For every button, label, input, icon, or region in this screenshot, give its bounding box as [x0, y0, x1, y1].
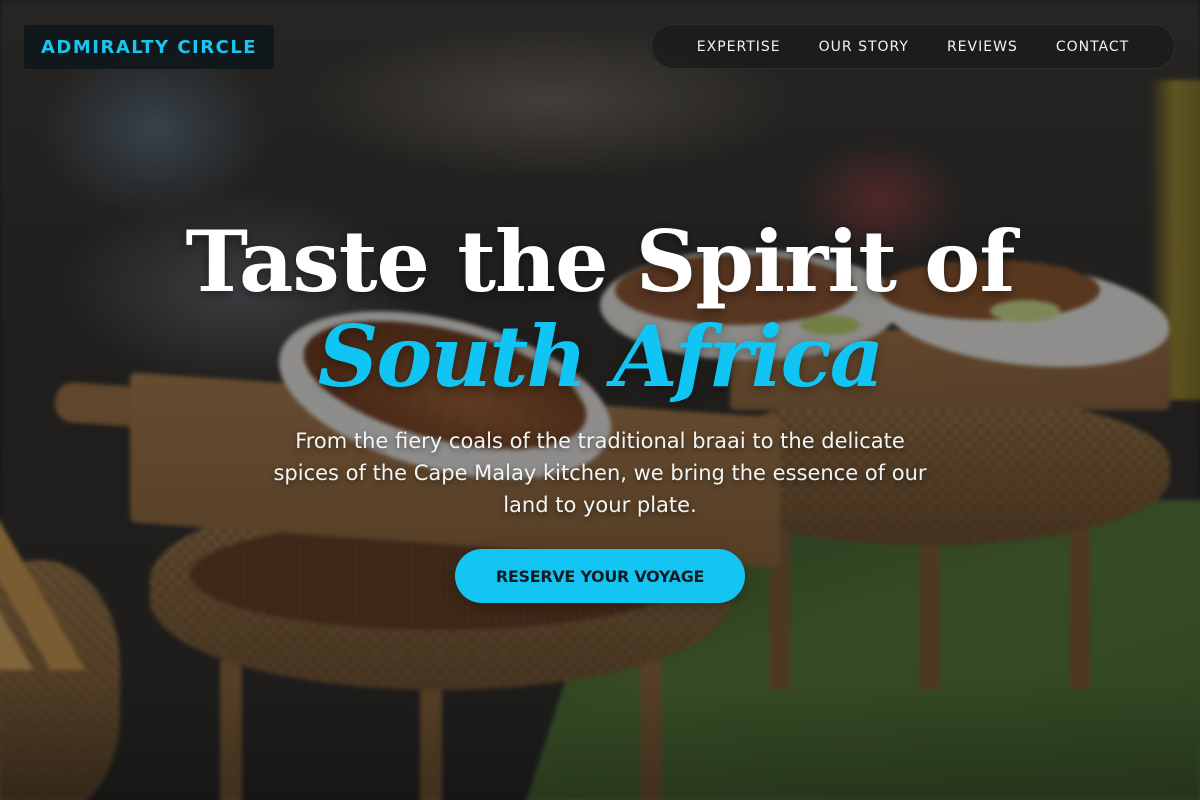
reserve-voyage-button[interactable]: RESERVE YOUR VOYAGE — [455, 549, 745, 603]
hero-headline-accent: South Africa — [317, 307, 884, 406]
nav-link-expertise[interactable]: EXPERTISE — [678, 39, 800, 55]
nav-link-contact[interactable]: CONTACT — [1037, 39, 1148, 55]
hero-headline: Taste the Spirit of — [185, 212, 1016, 311]
main-nav: EXPERTISE OUR STORY REVIEWS CONTACT — [651, 24, 1175, 69]
hero-tagline: From the fiery coals of the traditional … — [273, 429, 927, 517]
hero-section: ADMIRALTY CIRCLE EXPERTISE OUR STORY REV… — [0, 0, 1200, 800]
brand-logo[interactable]: ADMIRALTY CIRCLE — [24, 25, 275, 69]
nav-link-reviews[interactable]: REVIEWS — [928, 39, 1037, 55]
nav-link-our-story[interactable]: OUR STORY — [800, 39, 928, 55]
brand-name: ADMIRALTY CIRCLE — [41, 36, 258, 58]
